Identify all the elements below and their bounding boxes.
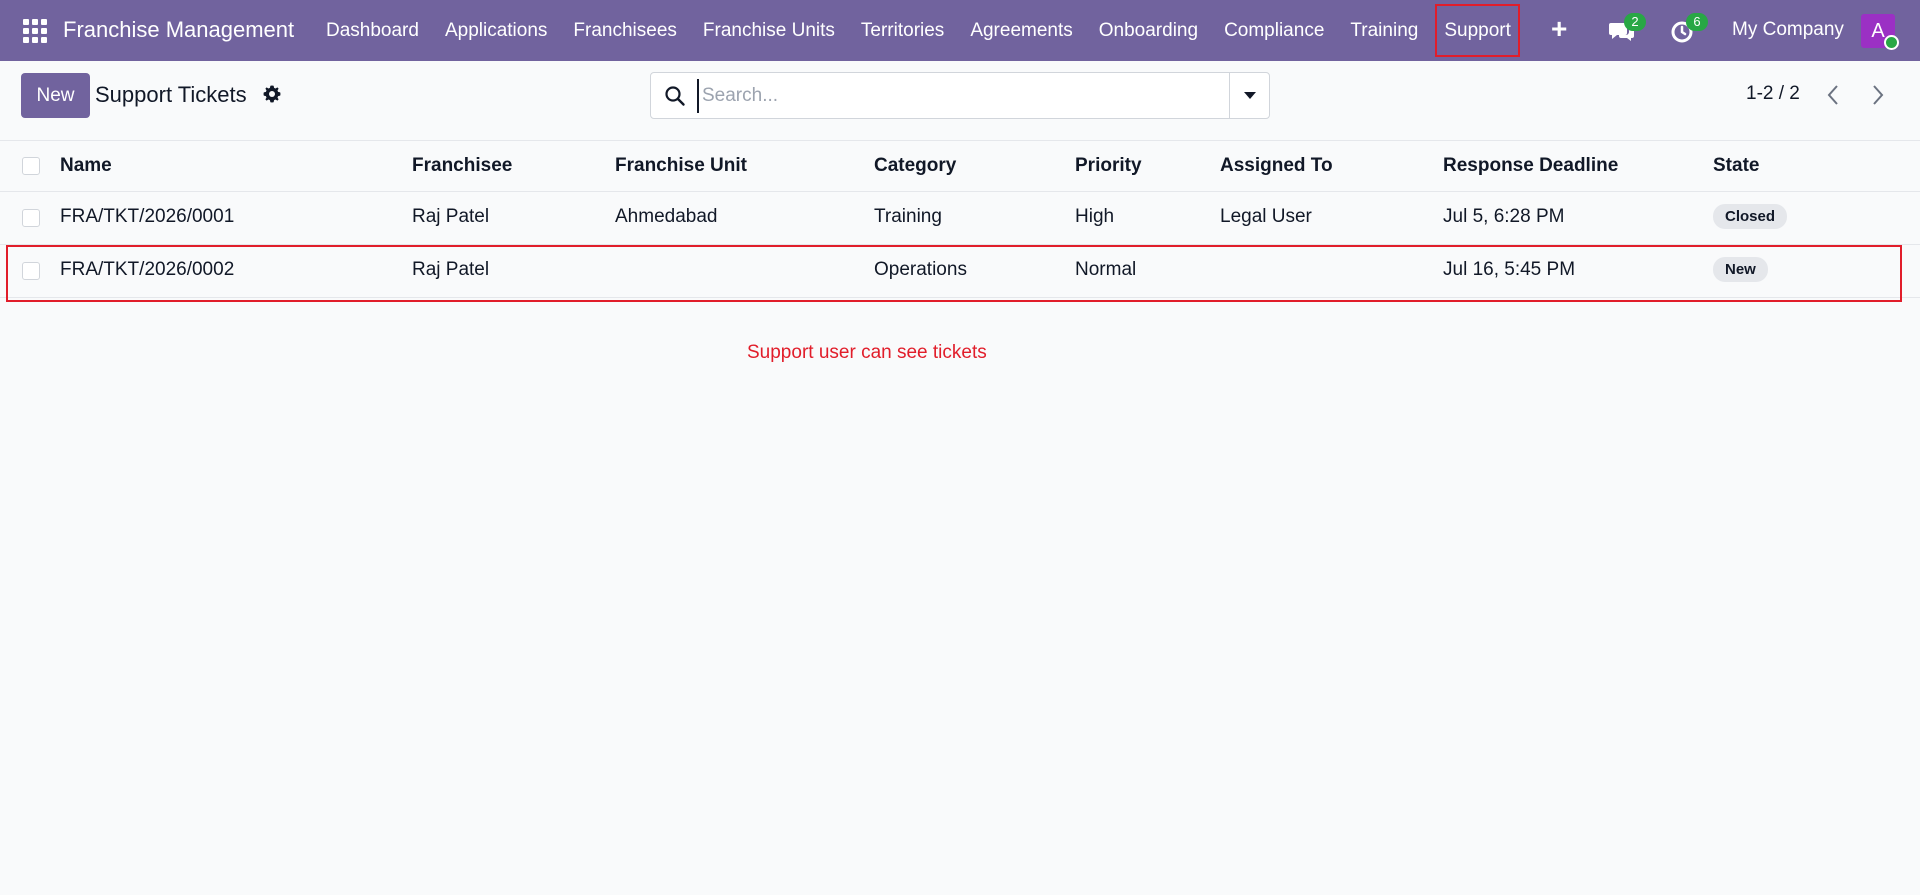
caret-down-icon [1243,92,1256,99]
menu-item-training[interactable]: Training [1337,0,1431,61]
cell-franchisee: Raj Patel [412,206,490,227]
apps-menu-icon[interactable] [23,19,47,43]
cell-priority: High [1075,206,1115,227]
cell-response-deadline: Jul 16, 5:45 PM [1443,259,1576,280]
column-header-franchisee[interactable]: Franchisee [412,155,512,177]
new-ticket-button[interactable]: New [21,73,90,118]
column-header-priority[interactable]: Priority [1075,155,1142,177]
row-checkbox[interactable] [22,262,40,280]
cell-category: Operations [874,259,967,280]
page-title: Support Tickets [95,82,247,107]
select-all-checkbox[interactable] [22,157,40,175]
cell-franchisee: Raj Patel [412,259,490,280]
cell-response-deadline: Jul 5, 6:28 PM [1443,206,1565,227]
plus-icon[interactable]: + [1551,14,1567,44]
table-header: Name Franchisee Franchise Unit Category … [0,141,1920,192]
messages-count-badge: 2 [1624,13,1646,31]
pager-value[interactable]: 1-2 / 2 [1746,83,1800,105]
table-row[interactable]: FRA/TKT/2026/0001 Raj Patel Ahmedabad Tr… [0,192,1920,245]
search-bar [650,72,1270,119]
menu-item-franchisees[interactable]: Franchisees [560,0,690,61]
search-input[interactable] [697,79,1197,113]
row-checkbox[interactable] [22,209,40,227]
cell-name: FRA/TKT/2026/0002 [60,259,235,280]
activities-clock-icon[interactable]: 6 [1670,13,1708,44]
menu-item-territories[interactable]: Territories [848,0,957,61]
column-header-assigned-to[interactable]: Assigned To [1220,155,1333,177]
table-row[interactable]: FRA/TKT/2026/0002 Raj Patel Operations N… [0,245,1920,298]
cell-priority: Normal [1075,259,1137,280]
state-badge: New [1713,257,1768,282]
column-header-franchise-unit[interactable]: Franchise Unit [615,155,747,177]
search-icon [664,85,686,107]
company-switcher[interactable]: My Company [1732,19,1844,41]
menu-item-support[interactable]: Support [1431,0,1524,61]
menu-item-compliance[interactable]: Compliance [1211,0,1337,61]
column-header-name[interactable]: Name [60,155,112,177]
messages-icon[interactable]: 2 [1608,13,1646,44]
annotation-text: Support user can see tickets [747,342,987,363]
online-status-dot [1884,35,1899,50]
state-badge: Closed [1713,204,1788,229]
menu-item-applications[interactable]: Applications [432,0,560,61]
menu-item-onboarding[interactable]: Onboarding [1086,0,1211,61]
chevron-left-icon[interactable] [1823,82,1845,108]
column-header-category[interactable]: Category [874,155,956,177]
cell-category: Training [874,206,942,227]
app-brand[interactable]: Franchise Management [63,17,294,43]
column-header-state[interactable]: State [1713,155,1759,177]
column-header-response-deadline[interactable]: Response Deadline [1443,155,1618,177]
cell-assigned-to: Legal User [1220,206,1312,227]
chevron-right-icon[interactable] [1866,82,1888,108]
cell-franchise-unit: Ahmedabad [615,206,718,227]
menu-item-agreements[interactable]: Agreements [957,0,1085,61]
search-options-toggle[interactable] [1229,73,1269,118]
activities-count-badge: 6 [1686,13,1708,31]
gear-icon[interactable] [262,84,282,104]
top-navbar: Franchise Management Dashboard Applicati… [0,0,1920,61]
menu-item-dashboard[interactable]: Dashboard [313,0,432,61]
main-menu: Dashboard Applications Franchisees Franc… [313,0,1524,61]
menu-item-franchise-units[interactable]: Franchise Units [690,0,848,61]
cell-name: FRA/TKT/2026/0001 [60,206,235,227]
